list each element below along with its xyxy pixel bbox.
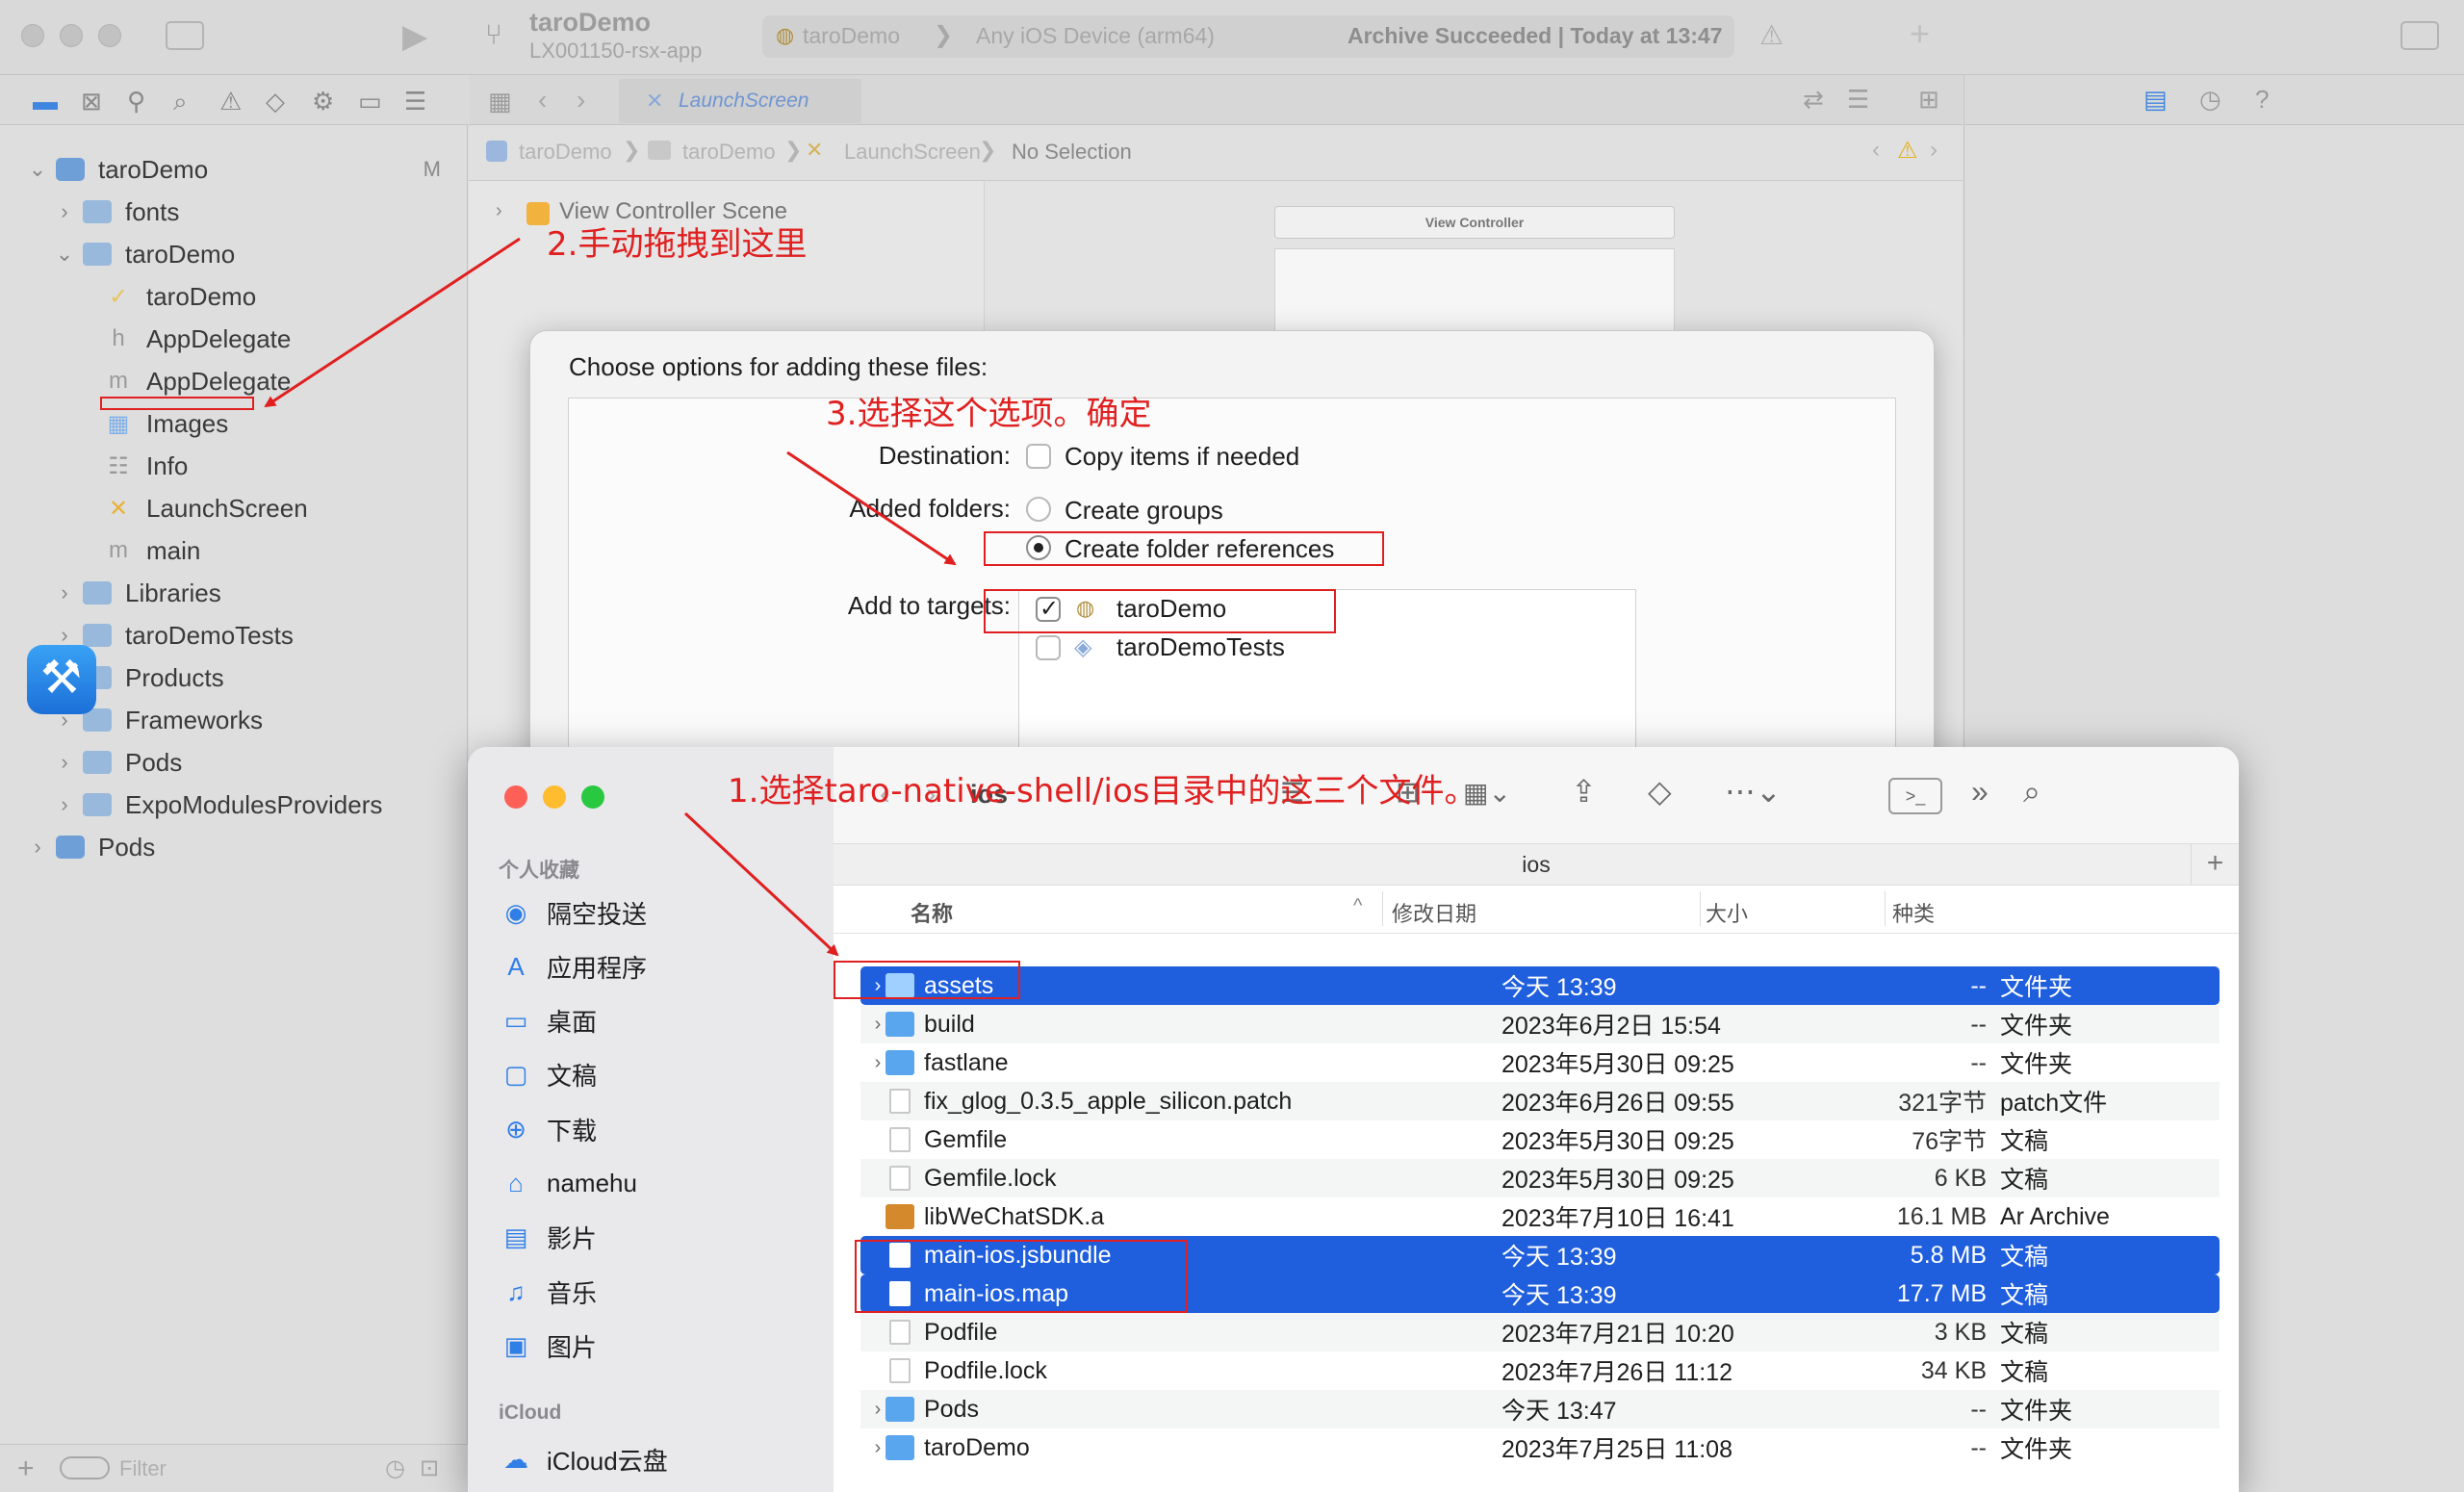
annotation-step3: 3.选择这个选项。确定: [826, 395, 1152, 433]
folder-reference-highlight: [984, 531, 1384, 566]
arrow-step3: [786, 450, 957, 566]
target-highlight: [984, 589, 1336, 633]
annotation-step2: 2.手动拖拽到这里: [547, 225, 808, 264]
assets-highlight: [834, 961, 1020, 999]
annotation-step1: 1.选择taro-native-shell/ios目录中的这三个文件。: [728, 772, 1477, 810]
arrow-step1: [683, 811, 839, 957]
bundle-files-highlight: [855, 1240, 1188, 1313]
annotation-arrows: [264, 237, 957, 957]
arrow-step2: [264, 237, 521, 408]
drop-target-highlight: [100, 397, 254, 410]
